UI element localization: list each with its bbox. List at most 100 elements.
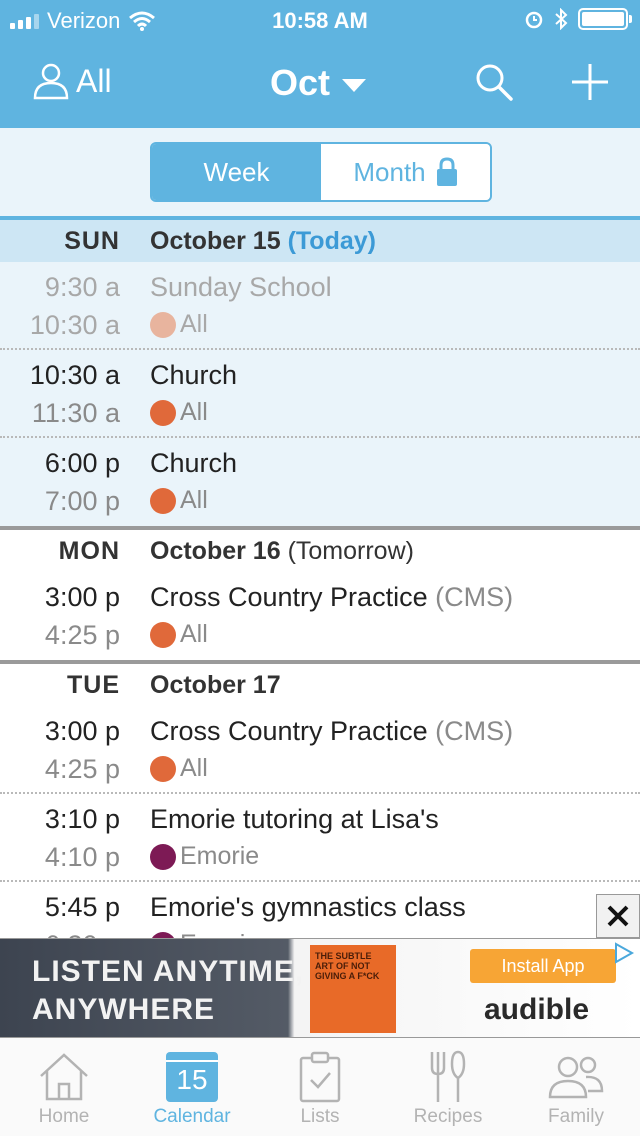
install-app-button[interactable]: Install App xyxy=(470,949,616,983)
ad-headline-line2: ANYWHERE xyxy=(32,993,216,1026)
event-list[interactable]: SUN October 15 (Today) 9:30 a 10:30 a Su… xyxy=(0,220,640,938)
tab-family[interactable]: Family xyxy=(512,1038,640,1136)
week-tab[interactable]: Week xyxy=(152,144,321,200)
member-color-dot xyxy=(150,487,176,514)
day-of-week: SUN xyxy=(64,227,120,255)
filter-all-button[interactable]: All xyxy=(32,62,112,100)
month-tab-label: Month xyxy=(353,156,426,187)
event-start: 9:30 a xyxy=(44,272,120,302)
day-header: MON October 16 (Tomorrow) xyxy=(0,530,640,572)
tab-lists[interactable]: Lists xyxy=(256,1038,384,1136)
member-name: All xyxy=(180,310,208,338)
search-icon[interactable] xyxy=(474,62,514,102)
tab-label: Lists xyxy=(300,1106,340,1127)
event-member: Emorie xyxy=(150,842,259,871)
event-end: 11:30 a xyxy=(31,398,120,428)
month-label: Oct xyxy=(270,62,331,103)
event-start: 5:45 p xyxy=(44,892,120,922)
day-date-wrap: October 16 (Tomorrow) xyxy=(150,537,414,566)
event-title: Sunday School xyxy=(150,272,332,302)
tab-label: Family xyxy=(548,1106,604,1127)
event-title: Cross Country Practice xyxy=(150,582,428,612)
month-tab[interactable]: Month xyxy=(321,144,490,200)
tab-label: Calendar xyxy=(153,1106,231,1127)
event-row[interactable]: 3:10 p 4:10 p Emorie tutoring at Lisa's … xyxy=(0,794,640,882)
event-start: 3:10 p xyxy=(44,804,120,834)
week-label: Week xyxy=(203,156,270,187)
event-end: 4:10 p xyxy=(44,842,120,872)
event-row[interactable]: 6:00 p 7:00 p Church All xyxy=(0,438,640,526)
close-ad-button[interactable] xyxy=(596,894,640,938)
event-note: (CMS) xyxy=(435,582,514,612)
event-end: 7:00 p xyxy=(44,486,120,516)
day-of-week: TUE xyxy=(67,671,120,699)
event-title-wrap: Cross Country Practice (CMS) xyxy=(150,716,513,747)
day-date: October 17 xyxy=(150,671,281,699)
event-end: 4:25 p xyxy=(44,620,120,650)
clipboard-icon xyxy=(299,1051,341,1103)
event-start: 10:30 a xyxy=(29,360,120,390)
close-icon xyxy=(607,905,629,927)
ad-banner[interactable]: LISTEN ANYTIME, ANYWHERE THE SUBTLE ART … xyxy=(0,938,640,1038)
view-toggle: Week Month xyxy=(150,142,492,202)
event-note: (CMS) xyxy=(435,716,514,746)
add-icon[interactable] xyxy=(570,62,610,102)
event-end: 10:30 a xyxy=(29,310,120,340)
member-name: Emorie xyxy=(180,842,260,870)
tab-recipes[interactable]: Recipes xyxy=(384,1038,512,1136)
chevron-down-icon xyxy=(342,78,367,92)
member-name: All xyxy=(180,486,208,514)
tab-calendar[interactable]: 15 Calendar xyxy=(128,1038,256,1136)
event-title: Emorie's gymnastics class xyxy=(150,892,466,922)
day-date-wrap: October 15 (Today) xyxy=(150,227,376,256)
event-start: 3:00 p xyxy=(44,716,120,746)
member-color-dot xyxy=(150,311,176,338)
member-color-dot xyxy=(150,755,176,782)
event-row[interactable]: 3:00 p 4:25 p Cross Country Practice (CM… xyxy=(0,572,640,660)
view-toggle-bar: Week Month xyxy=(0,128,640,216)
event-row[interactable]: 10:30 a 11:30 a Church All xyxy=(0,350,640,438)
tab-home[interactable]: Home xyxy=(0,1038,128,1136)
home-icon xyxy=(40,1053,88,1101)
status-bar: Verizon 10:58 AM xyxy=(0,0,640,40)
event-start: 3:00 p xyxy=(44,582,120,612)
event-title: Church xyxy=(150,448,238,478)
event-row[interactable]: 5:45 p 6:30 p Emorie's gymnastics class … xyxy=(0,882,640,938)
alarm-icon xyxy=(525,11,543,29)
event-member: All xyxy=(150,310,208,339)
member-color-dot xyxy=(150,399,176,426)
battery-icon xyxy=(578,8,632,30)
event-end: 6:30 p xyxy=(45,930,120,938)
top-bar: Verizon 10:58 AM All Oct xyxy=(0,0,640,128)
event-end: 4:25 p xyxy=(44,754,120,784)
event-member: All xyxy=(150,398,208,427)
member-name: Emorie xyxy=(180,930,259,938)
event-title: Emorie tutoring at Lisa's xyxy=(150,804,439,834)
calendar-icon: 15 xyxy=(166,1052,218,1102)
ad-headline: LISTEN ANYTIME, ANYWHERE xyxy=(32,953,304,1029)
event-row[interactable]: 3:00 p 4:25 p Cross Country Practice (CM… xyxy=(0,706,640,794)
event-member: All xyxy=(150,620,208,649)
event-member: All xyxy=(150,754,208,783)
tab-label: Recipes xyxy=(413,1106,483,1127)
day-date-wrap: October 17 xyxy=(150,671,281,700)
event-start: 6:00 p xyxy=(44,448,120,478)
member-name: All xyxy=(180,754,208,782)
day-date: October 16 xyxy=(150,537,281,565)
tab-label: Home xyxy=(38,1106,90,1127)
day-header: TUE October 17 xyxy=(0,664,640,706)
ad-choices-icon[interactable] xyxy=(612,941,636,965)
event-title: Church xyxy=(150,360,238,390)
member-color-dot xyxy=(150,621,176,648)
person-icon xyxy=(33,63,69,100)
calendar-day: 15 xyxy=(176,1064,208,1095)
member-name: All xyxy=(180,620,208,648)
day-relative: (Tomorrow) xyxy=(287,537,414,565)
event-title-wrap: Cross Country Practice (CMS) xyxy=(150,582,513,613)
day-of-week: MON xyxy=(58,537,120,565)
event-member: All xyxy=(150,486,208,515)
month-selector[interactable]: Oct xyxy=(270,62,367,104)
event-row[interactable]: 9:30 a 10:30 a Sunday School All xyxy=(0,262,640,350)
member-color-dot xyxy=(150,843,176,870)
event-title: Cross Country Practice xyxy=(150,716,428,746)
